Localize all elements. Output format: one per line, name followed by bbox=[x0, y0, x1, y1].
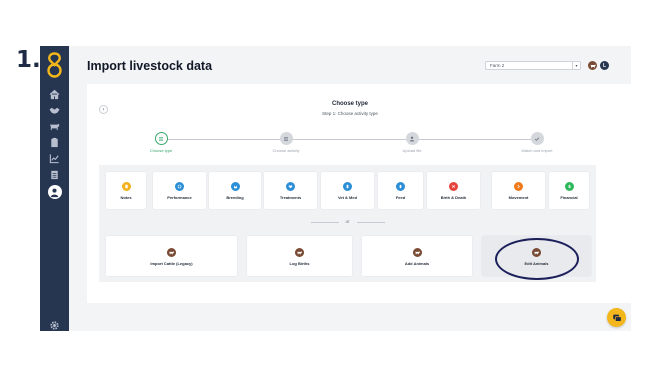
user-icon bbox=[405, 132, 419, 145]
import-option-label: Log Births bbox=[289, 261, 310, 266]
wizard-step-label: Match and import bbox=[521, 148, 553, 153]
activity-type-label: Notes bbox=[120, 195, 132, 200]
page-title: Import livestock data bbox=[87, 59, 213, 73]
chart-icon bbox=[49, 153, 59, 163]
wizard-step: Upload file bbox=[382, 132, 442, 153]
check-icon bbox=[530, 132, 544, 145]
activity-type-card[interactable]: Vet & Med bbox=[321, 172, 374, 209]
or-separator: or bbox=[345, 219, 350, 224]
cattle-icon bbox=[412, 248, 422, 257]
movement-icon bbox=[514, 182, 523, 191]
sidebar-item-records[interactable] bbox=[40, 135, 69, 149]
wizard-step: Choose activity bbox=[256, 132, 316, 153]
clipboard-icon bbox=[51, 137, 58, 147]
gauge-icon bbox=[175, 182, 184, 191]
wizard-step: Choose type bbox=[131, 132, 191, 153]
activity-type-card[interactable]: Performance bbox=[153, 172, 206, 209]
activity-type-card[interactable]: Feed bbox=[378, 172, 423, 209]
home-icon bbox=[49, 89, 60, 99]
activity-type-card[interactable]: Movement bbox=[492, 172, 545, 209]
import-option-card[interactable]: Log Births bbox=[247, 236, 352, 276]
activity-type-card[interactable]: Financial bbox=[549, 172, 589, 209]
list-icon bbox=[154, 132, 168, 145]
activity-type-card[interactable]: Birth & Death bbox=[427, 172, 480, 209]
activity-type-label: Feed bbox=[395, 195, 406, 200]
note-icon bbox=[121, 182, 131, 191]
sidebar-item-tasks[interactable] bbox=[40, 167, 69, 181]
dollar-icon bbox=[564, 182, 574, 191]
highlight-ring bbox=[495, 238, 579, 280]
activity-type-label: Movement bbox=[508, 195, 529, 200]
sidebar-item-reports[interactable] bbox=[40, 151, 69, 165]
sidebar-item-settings[interactable] bbox=[40, 318, 69, 332]
cattle-icon bbox=[295, 248, 304, 257]
stepper-line bbox=[161, 139, 541, 140]
breeding-icon bbox=[230, 182, 240, 191]
birth-death-icon bbox=[449, 182, 458, 191]
clipboard-list-icon bbox=[51, 170, 58, 179]
chevron-down-icon: ▾ bbox=[572, 62, 580, 70]
chat-icon bbox=[612, 314, 621, 322]
import-option-card[interactable]: Import Cattle (Legacy) bbox=[106, 236, 237, 276]
help-button[interactable] bbox=[607, 308, 626, 327]
wizard-step-label: Choose type bbox=[149, 148, 173, 153]
main-content: Import livestock data Farm 2 ▾ L ‹ Choos… bbox=[69, 46, 631, 331]
activity-type-label: Performance bbox=[167, 195, 192, 200]
list-icon bbox=[279, 132, 293, 145]
activity-type-card[interactable]: Breeding bbox=[209, 172, 261, 209]
wizard-title: Choose type bbox=[331, 101, 368, 107]
step-number: 1. bbox=[16, 47, 41, 73]
activity-type-label: Breeding bbox=[226, 195, 244, 200]
screen: 1. Import livestock data Farm 2 ▾ L ‹ Ch… bbox=[0, 0, 670, 376]
cattle-icon bbox=[167, 248, 176, 257]
sidebar-item-livestock[interactable] bbox=[40, 119, 69, 133]
feed-icon bbox=[396, 182, 405, 191]
app-logo[interactable] bbox=[45, 52, 64, 78]
heart-icon bbox=[286, 182, 295, 191]
activity-type-label: Vet & Med bbox=[337, 195, 358, 200]
import-option-label: Add Animals bbox=[404, 261, 430, 266]
wizard-step-label: Upload file bbox=[402, 148, 422, 153]
cattle-icon bbox=[49, 123, 60, 130]
sidebar-item-partners[interactable] bbox=[40, 103, 69, 117]
handshake-icon bbox=[49, 107, 60, 114]
sidebar-item-home[interactable] bbox=[40, 87, 69, 101]
activity-type-card[interactable]: Treatments bbox=[264, 172, 317, 209]
farm-select[interactable]: Farm 2 ▾ bbox=[485, 61, 581, 70]
divider bbox=[357, 222, 385, 223]
farm-select-value: Farm 2 bbox=[490, 63, 505, 68]
wizard-step: Match and import bbox=[507, 132, 567, 153]
import-option-label: Import Cattle (Legacy) bbox=[150, 261, 193, 266]
import-option-card[interactable]: Add Animals bbox=[362, 236, 472, 276]
cattle-icon[interactable] bbox=[588, 61, 597, 70]
activity-type-label: Birth & Death bbox=[440, 195, 467, 200]
avatar[interactable]: L bbox=[600, 61, 609, 70]
settings-icon bbox=[50, 320, 59, 330]
wizard-step-label: Choose activity bbox=[272, 148, 300, 153]
import-icon bbox=[47, 185, 62, 199]
activity-type-card[interactable]: Notes bbox=[106, 172, 146, 209]
activity-type-label: Treatments bbox=[279, 195, 302, 200]
activity-type-label: Financial bbox=[560, 195, 578, 200]
sidebar bbox=[40, 46, 69, 331]
sidebar-item-import[interactable] bbox=[40, 185, 69, 199]
wizard-subtitle: Step 1: Choose activity type bbox=[322, 111, 378, 116]
vet-icon bbox=[343, 182, 352, 191]
